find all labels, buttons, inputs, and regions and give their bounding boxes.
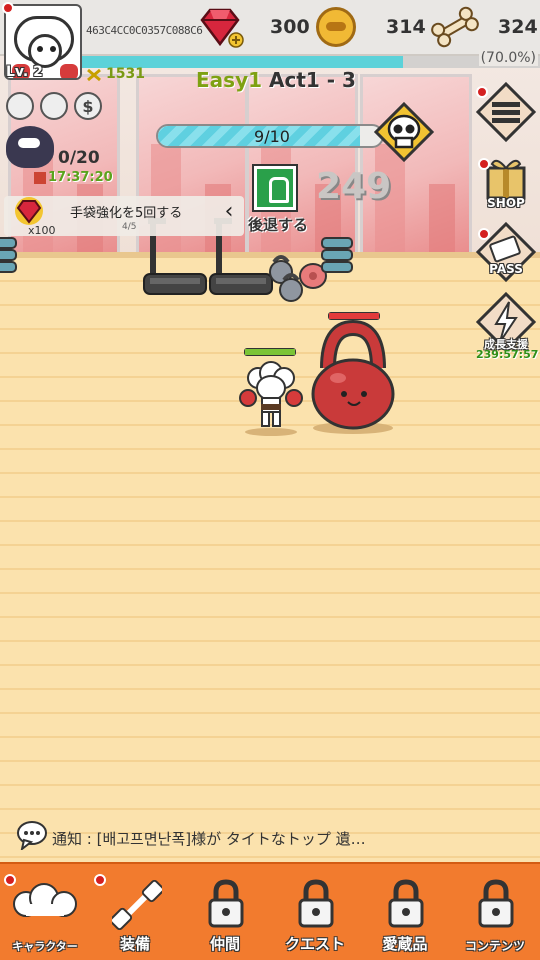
lock-icon [298,879,334,928]
stage-act: Act1 - 3 [268,68,356,92]
notice-prefix: 通知 : [52,830,92,848]
crow-companion-icon[interactable] [6,126,54,168]
tab-character-label: キャラクター [12,940,78,953]
buff-coin-icon[interactable]: $ [74,92,102,120]
bottom-nav: キャラクター 装備 仲間 クエスト 愛蔵品 コンテンツ [0,862,540,960]
player-uid: 463C4CC0C0357C088C6 [86,24,203,37]
gem-count: 300 [270,16,310,38]
growth-support-button[interactable]: 成長支援 [475,291,537,353]
exit-sign-icon[interactable] [254,166,296,210]
buff-shoe-icon[interactable] [40,92,68,120]
tab-companion-label: 仲間 [209,935,240,953]
character-cloud-icon [13,883,77,917]
stage-difficulty: Easy1 [196,68,263,92]
tab-contents[interactable]: コンテンツ [450,864,540,960]
tab-equipment[interactable]: 装備 [90,864,180,960]
sheep-boxer-character [239,361,303,436]
combat-power: 1531 [106,66,145,82]
notification-dot [2,2,14,14]
notification-dot [4,874,16,886]
notice-text: 通知 : [배고프면난폭]様が タイトなトップ 遺… [52,828,366,849]
notification-dot [476,86,488,98]
tab-collection[interactable]: 愛蔵品 [360,864,450,960]
coin-count: 314 [386,16,426,38]
exp-percent: (70.0%) [478,50,538,66]
gift-icon [34,172,46,184]
tab-quest-label: クエスト [284,935,345,953]
gem-icon[interactable] [198,6,244,50]
tab-companion[interactable]: 仲間 [180,864,270,960]
notification-dot [94,874,106,886]
quest-reward-amount: x100 [28,224,56,237]
dumbbell-icon [112,880,162,930]
damage-number: 249 [316,166,392,207]
tab-collection-label: 愛蔵品 [382,935,428,953]
quest-panel[interactable]: x100 手袋強化を5回する 4/5 [4,196,244,237]
exp-bar [82,56,540,68]
notification-dot [478,158,490,170]
bone-count: 324 [498,16,538,38]
tab-equipment-label: 装備 [119,935,150,953]
notice-message: [배고프면난폭]様が タイトなトップ 遺… [96,830,366,848]
player-hp-bar [244,348,296,356]
kettlebell-enemy [311,319,395,434]
crow-timer: 17:37:20 [48,170,113,185]
weight-plates-icon [0,237,17,273]
lock-icon [478,879,514,928]
shop-label: SHOP [487,196,525,210]
crow-count: 0/20 [58,148,100,168]
lock-icon [208,879,244,928]
weight-plates-stack-icon [321,237,353,273]
growth-timer: 239:57:57 [476,348,539,361]
coin-icon [316,7,356,47]
tab-contents-label: コンテンツ [464,939,525,953]
retreat-button[interactable]: 後退する [248,214,308,235]
tab-quest[interactable]: クエスト [270,864,360,960]
quest-text: 手袋強化を5回する [70,206,183,221]
buff-swirl-icon[interactable] [6,92,34,120]
gem-reward-icon [15,197,43,225]
pass-label: PASS [489,262,523,276]
collapse-quest-button[interactable]: ‹ [214,198,244,228]
lock-icon [388,879,424,928]
boss-skull-icon[interactable] [374,102,434,162]
player-level: Lv. 2 [6,64,43,80]
notice-ticker[interactable]: 通知 : [배고프면난폭]様が タイトなトップ 遺… [16,820,526,854]
notification-dot [478,228,490,240]
sword-power-icon [87,68,101,82]
quest-progress: 4/5 [122,222,137,232]
wave-progress-bar: 9/10 [156,124,384,148]
chat-bubble-icon [17,821,47,850]
stage-title: Easy1 Act1 - 3 [196,68,356,92]
tab-character[interactable]: キャラクター [0,864,90,960]
wave-progress-label: 9/10 [254,127,290,146]
